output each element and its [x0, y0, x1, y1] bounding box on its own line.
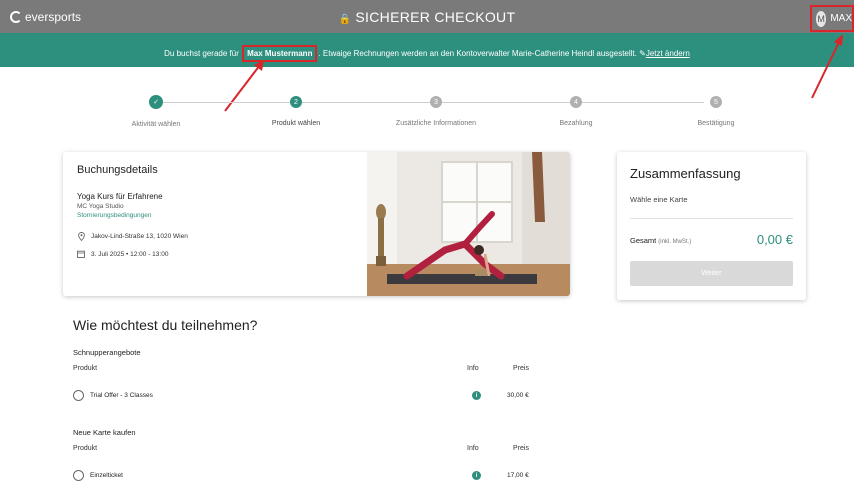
step-number: 5: [710, 96, 722, 108]
step-additional-info: 3 Zusätzliche Informationen: [366, 94, 506, 127]
summary-subtitle: Wähle eine Karte: [630, 195, 688, 204]
column-product: Produkt: [73, 445, 98, 452]
tax-note: (inkl. MwSt.): [658, 239, 692, 245]
booking-title: Buchungsdetails: [77, 164, 158, 176]
avatar: M: [816, 10, 827, 27]
participation-heading: Wie möchtest du teilnehmen?: [73, 317, 258, 333]
column-price: Preis: [513, 445, 529, 452]
pencil-icon: ✎: [639, 49, 646, 58]
account-banner: Du buchst gerade für Max Mustermann. Etw…: [0, 33, 854, 67]
location-pin-icon: [77, 231, 85, 241]
radio-single-ticket[interactable]: [73, 470, 84, 481]
summary-title: Zusammenfassung: [630, 166, 741, 181]
step-label: Zusätzliche Informationen: [395, 120, 477, 127]
list-item[interactable]: Trial Offer - 3 Classes i 30,00 €: [73, 389, 553, 403]
step-product: 2 Produkt wählen: [226, 94, 366, 127]
product-name: Einzelticket: [90, 472, 123, 479]
step-label: Aktivität wählen: [131, 121, 181, 128]
cancellation-link[interactable]: Stornierungsbedingungen: [77, 212, 357, 219]
column-price: Preis: [513, 365, 529, 372]
radio-trial-offer[interactable]: [73, 390, 84, 401]
product-price: 17,00 €: [507, 472, 529, 479]
booking-details-card: Buchungsdetails Yoga Kurs für Erfahrene …: [63, 152, 570, 296]
change-user-link[interactable]: Jetzt ändern: [646, 49, 690, 58]
list-item[interactable]: Einzelticket i 17,00 €: [73, 469, 553, 483]
info-icon[interactable]: i: [472, 471, 481, 480]
top-bar: eversports 🔒 SICHERER CHECKOUT M MAX: [0, 0, 854, 33]
step-number: 4: [570, 96, 582, 108]
user-name: MAX: [830, 13, 852, 24]
section-title-new-card: Neue Karte kaufen: [73, 428, 136, 437]
user-menu[interactable]: M MAX: [810, 5, 854, 32]
step-label: Produkt wählen: [271, 120, 321, 127]
total-label: Gesamt (inkl. MwSt.): [630, 236, 692, 245]
yoga-class-photo: [367, 152, 570, 296]
total-amount: 0,00 €: [756, 232, 793, 247]
banner-text-before: Du buchst gerade für: [164, 49, 239, 58]
step-confirmation: 5 Bestätigung: [646, 94, 786, 127]
lock-icon: 🔒: [338, 14, 352, 25]
calendar-icon: [77, 250, 85, 258]
product-price: 30,00 €: [507, 392, 529, 399]
date-row: 3. Juli 2025 • 12:00 - 13:00: [77, 250, 357, 258]
step-activity: ✓ Aktivität wählen: [86, 94, 226, 128]
checkout-progress: ✓ Aktivität wählen 2 Produkt wählen 3 Zu…: [80, 94, 780, 134]
date-time: 3. Juli 2025 • 12:00 - 13:00: [91, 250, 169, 258]
address: Jakov-Lind-Straße 13, 1020 Wien: [91, 232, 188, 240]
course-name: Yoga Kurs für Erfahrene: [77, 192, 163, 201]
step-label: Bezahlung: [559, 120, 593, 127]
banner-text-after: . Etwaige Rechnungen werden an den Konto…: [318, 49, 637, 58]
summary-card: Zusammenfassung Wähle eine Karte Gesamt(…: [617, 152, 806, 300]
section-title-trial: Schnupperangebote: [73, 348, 141, 357]
divider: [630, 218, 793, 219]
address-row: Jakov-Lind-Straße 13, 1020 Wien: [77, 231, 357, 241]
continue-button[interactable]: Weiter: [630, 261, 793, 286]
page-title: 🔒 SICHERER CHECKOUT: [338, 9, 516, 25]
column-info: Info: [467, 445, 479, 452]
product-name: Trial Offer - 3 Classes: [90, 392, 153, 399]
step-number: 2: [290, 96, 302, 108]
annotation-arrow-user: [811, 34, 843, 99]
column-product: Produkt: [73, 365, 98, 372]
step-payment: 4 Bezahlung: [506, 94, 646, 127]
step-number: 3: [430, 96, 442, 108]
studio-name: MC Yoga Studio: [77, 203, 124, 210]
step-label: Bestätigung: [697, 120, 735, 127]
column-info: Info: [467, 365, 479, 372]
check-icon: ✓: [149, 95, 163, 109]
info-icon[interactable]: i: [472, 391, 481, 400]
